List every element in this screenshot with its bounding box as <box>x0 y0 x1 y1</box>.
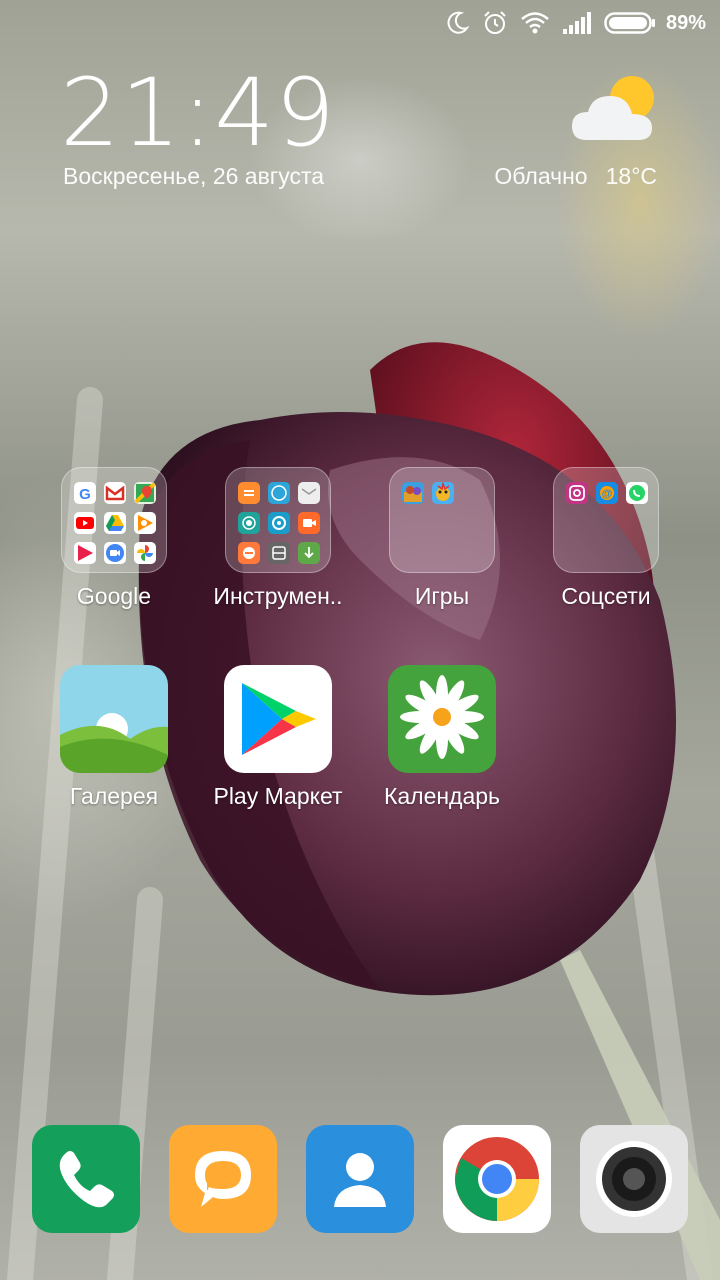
folder-games-label: Игры <box>414 583 470 609</box>
dock-camera-button[interactable] <box>580 1125 688 1233</box>
contacts-icon <box>334 1153 386 1207</box>
mail-icon <box>298 482 320 504</box>
drive-icon <box>104 512 126 534</box>
status-icons: 89% <box>444 10 706 36</box>
dock-messages-button[interactable] <box>169 1125 277 1233</box>
folder-games-icon <box>389 467 495 573</box>
app-play-store-label: Play Маркет <box>213 783 343 809</box>
maps-icon <box>134 482 156 504</box>
play-store-icon <box>224 665 332 773</box>
signal-icon <box>562 11 592 35</box>
battery-percent: 89% <box>665 11 706 34</box>
dock-contacts-button[interactable] <box>306 1125 414 1233</box>
alarm-icon <box>482 10 508 36</box>
dock-phone-button[interactable] <box>32 1125 140 1233</box>
app-calendar-label: Календарь <box>383 783 501 809</box>
clock-date[interactable]: Воскресенье, 26 августа <box>63 163 324 190</box>
app-gallery-label: Галерея <box>69 783 159 809</box>
mail-ru-icon: @ <box>596 482 618 504</box>
messages-icon <box>195 1151 251 1207</box>
calendar-icon <box>388 665 496 773</box>
svg-text:G: G <box>79 486 91 503</box>
wallpaper <box>0 0 720 1280</box>
folder-google[interactable]: G Google <box>39 467 189 610</box>
play-movies-icon <box>74 542 96 564</box>
game-2-icon <box>432 481 454 504</box>
moon-icon <box>444 10 470 36</box>
whatsapp-icon <box>626 482 648 504</box>
downloads-icon <box>298 542 320 564</box>
scanner-icon <box>268 542 290 564</box>
svg-text:@: @ <box>602 488 613 500</box>
folder-tools-label: Инструмен.. <box>213 583 343 609</box>
folder-games[interactable]: Игры <box>367 467 517 610</box>
weather-temperature: 18°C <box>605 163 657 189</box>
folder-social[interactable]: @ Соцсети <box>531 467 681 610</box>
weather-condition: Облачно <box>494 163 588 189</box>
folder-social-icon: @ <box>553 467 659 573</box>
status-bar: 89% <box>0 0 720 50</box>
weather-info[interactable]: Облачно 18°C <box>494 163 657 190</box>
clock-time[interactable]: 21:49 <box>60 64 336 164</box>
youtube-icon <box>74 512 96 534</box>
notes-icon <box>238 482 260 504</box>
compass-icon <box>268 512 290 534</box>
camera-icon <box>596 1141 672 1217</box>
partly-cloudy-icon[interactable] <box>570 74 660 146</box>
game-1-icon <box>402 482 424 504</box>
app-calendar[interactable]: Календарь <box>367 665 517 810</box>
clock-icon <box>268 482 290 504</box>
duo-icon <box>104 542 126 564</box>
dock-chrome-button[interactable] <box>443 1125 551 1233</box>
chrome-icon <box>455 1137 539 1221</box>
folder-social-label: Соцсети <box>561 583 651 609</box>
battery-icon <box>604 11 656 35</box>
folder-google-icon: G <box>61 467 167 573</box>
photos-icon <box>134 542 156 564</box>
gmail-icon <box>104 482 126 504</box>
instagram-icon <box>566 482 588 504</box>
radio-icon <box>238 512 260 534</box>
app-play-store[interactable]: Play Маркет <box>203 665 353 810</box>
screen-recorder-icon <box>298 512 320 534</box>
folder-google-label: Google <box>76 583 152 609</box>
folder-tools-icon <box>225 467 331 573</box>
wifi-icon <box>520 10 550 36</box>
gallery-icon <box>60 665 168 773</box>
play-music-icon <box>134 512 156 534</box>
feedback-icon <box>238 542 260 564</box>
app-gallery[interactable]: Галерея <box>39 665 189 810</box>
phone-icon <box>59 1151 114 1208</box>
tulip-wallpaper-image <box>7 342 720 1280</box>
folder-tools[interactable]: Инструмен.. <box>203 467 353 610</box>
google-icon: G <box>74 482 96 504</box>
